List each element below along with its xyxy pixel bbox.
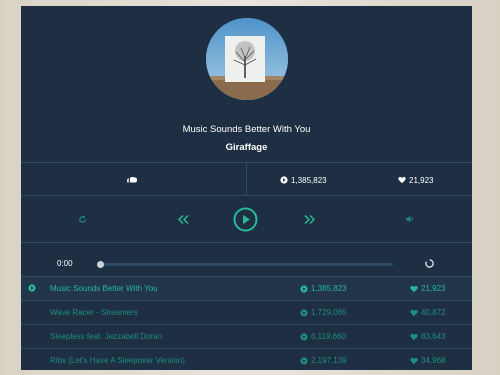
track-likes-value: 21,923 (421, 284, 446, 293)
track-title: Sleepless feat. Jezzabell Doran (50, 332, 163, 341)
music-player: Music Sounds Better With You Giraffage 1… (21, 6, 472, 370)
song-title: Music Sounds Better With You (182, 124, 311, 135)
track-likes-value: 34,968 (421, 356, 446, 365)
fast-forward-icon (303, 214, 315, 224)
progress-bar[interactable] (97, 261, 393, 268)
track-plays-value: 1,729,065 (311, 308, 347, 317)
now-playing-icon (28, 284, 36, 294)
track-plays: 6,119,660 (300, 332, 346, 341)
play-count: 1,385,823 (280, 174, 327, 186)
like-count[interactable]: 21,923 (398, 174, 433, 186)
loading-spinner (423, 257, 435, 269)
track-row[interactable]: Ribs (Let's Have A Sleepover Version) 2,… (21, 349, 472, 370)
heart-icon (410, 357, 418, 364)
track-likes: 40,872 (410, 308, 445, 317)
progress-knob[interactable] (97, 261, 104, 268)
play-count-value: 1,385,823 (291, 175, 327, 185)
track-likes: 21,923 (410, 284, 445, 293)
track-row[interactable]: Wave Racer - Streamers 1,729,065 40,872 (21, 301, 472, 324)
song-artist: Giraffage (225, 142, 268, 153)
spinner-icon (424, 258, 434, 268)
track-likes: 34,968 (410, 356, 445, 365)
play-count-icon (300, 308, 308, 317)
heart-icon (410, 285, 418, 292)
previous-button[interactable] (176, 213, 190, 225)
next-button[interactable] (302, 213, 316, 225)
like-count-value: 21,923 (409, 175, 434, 185)
heart-icon (410, 309, 418, 316)
elapsed-time: 0:00 (57, 259, 73, 268)
track-plays-value: 2,197,139 (311, 356, 347, 365)
play-button[interactable] (233, 207, 258, 232)
track-plays-value: 6,119,660 (311, 332, 346, 341)
divider (21, 195, 472, 196)
soundcloud-icon[interactable] (125, 174, 139, 184)
divider (246, 162, 247, 195)
track-likes-value: 40,872 (421, 308, 446, 317)
track-row[interactable]: Music Sounds Better With You 1,385,823 2… (21, 277, 472, 300)
play-icon (233, 207, 258, 232)
album-art (206, 18, 288, 100)
track-likes: 83,643 (410, 332, 445, 341)
divider (21, 242, 472, 243)
track-title: Ribs (Let's Have A Sleepover Version) (50, 356, 185, 365)
play-count-icon (300, 284, 308, 293)
track-plays: 1,385,823 (300, 284, 347, 293)
repeat-icon (78, 215, 86, 223)
play-count-icon (280, 176, 288, 184)
track-title: Music Sounds Better With You (50, 284, 158, 293)
play-count-icon (300, 332, 308, 341)
track-plays: 1,729,065 (300, 308, 347, 317)
track-plays: 2,197,139 (300, 356, 347, 365)
volume-icon (406, 215, 413, 223)
heart-icon (410, 333, 418, 340)
volume-button[interactable] (404, 213, 416, 225)
rewind-icon (177, 214, 189, 224)
track-title: Wave Racer - Streamers (50, 308, 138, 317)
repeat-button[interactable] (76, 213, 88, 225)
play-count-icon (300, 356, 308, 365)
track-row[interactable]: Sleepless feat. Jezzabell Doran 6,119,66… (21, 325, 472, 348)
track-likes-value: 83,643 (421, 332, 446, 341)
track-plays-value: 1,385,823 (311, 284, 347, 293)
heart-icon (398, 176, 406, 184)
